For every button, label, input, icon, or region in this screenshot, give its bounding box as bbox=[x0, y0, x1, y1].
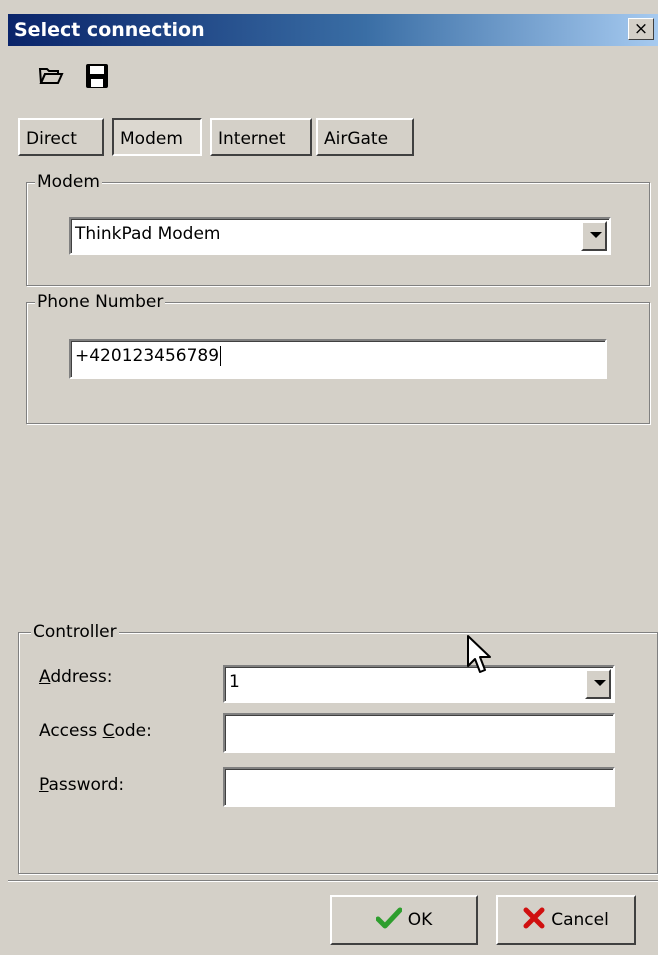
address-value: 1 bbox=[229, 672, 240, 692]
close-button[interactable]: × bbox=[628, 18, 654, 40]
cancel-x-icon bbox=[523, 907, 545, 934]
modem-group: Modem ThinkPad Modem bbox=[26, 171, 650, 286]
phone-number-group: Phone Number +420123456789 bbox=[26, 291, 650, 424]
modem-select[interactable]: ThinkPad Modem bbox=[69, 217, 611, 255]
password-label: Password: bbox=[39, 775, 125, 795]
ok-button[interactable]: OK bbox=[330, 895, 478, 945]
mouse-cursor-icon bbox=[466, 634, 496, 680]
title-bar: Select connection × bbox=[8, 14, 658, 46]
tab-internet[interactable]: Internet bbox=[210, 118, 312, 156]
password-input[interactable] bbox=[223, 767, 615, 807]
cancel-button-label: Cancel bbox=[551, 910, 609, 930]
chevron-down-icon[interactable] bbox=[585, 669, 611, 699]
ok-button-label: OK bbox=[407, 910, 433, 930]
window-title: Select connection bbox=[14, 19, 205, 41]
floppy-save-icon[interactable] bbox=[84, 62, 110, 88]
modem-group-label: Modem bbox=[35, 171, 102, 193]
tab-modem[interactable]: Modem bbox=[112, 118, 202, 156]
access-code-label: Access Code: bbox=[39, 721, 152, 741]
access-code-input[interactable] bbox=[223, 713, 615, 753]
phone-number-value: +420123456789 bbox=[75, 346, 220, 366]
folder-open-icon[interactable] bbox=[38, 62, 64, 88]
controller-group: Controller Address: 1 Access Code: Passw… bbox=[18, 621, 658, 874]
text-caret bbox=[220, 346, 222, 366]
chevron-down-icon[interactable] bbox=[581, 221, 607, 251]
address-label: Address: bbox=[39, 667, 113, 687]
controller-group-label: Controller bbox=[31, 621, 119, 643]
modem-select-value: ThinkPad Modem bbox=[75, 224, 221, 244]
address-select[interactable]: 1 bbox=[223, 665, 615, 703]
bottom-separator bbox=[8, 880, 658, 882]
phone-number-input[interactable]: +420123456789 bbox=[69, 339, 607, 379]
tab-airgate[interactable]: AirGate bbox=[316, 118, 414, 156]
checkmark-icon bbox=[375, 907, 403, 934]
cancel-button[interactable]: Cancel bbox=[496, 895, 636, 945]
phone-number-group-label: Phone Number bbox=[35, 291, 166, 313]
tab-direct[interactable]: Direct bbox=[18, 118, 104, 156]
